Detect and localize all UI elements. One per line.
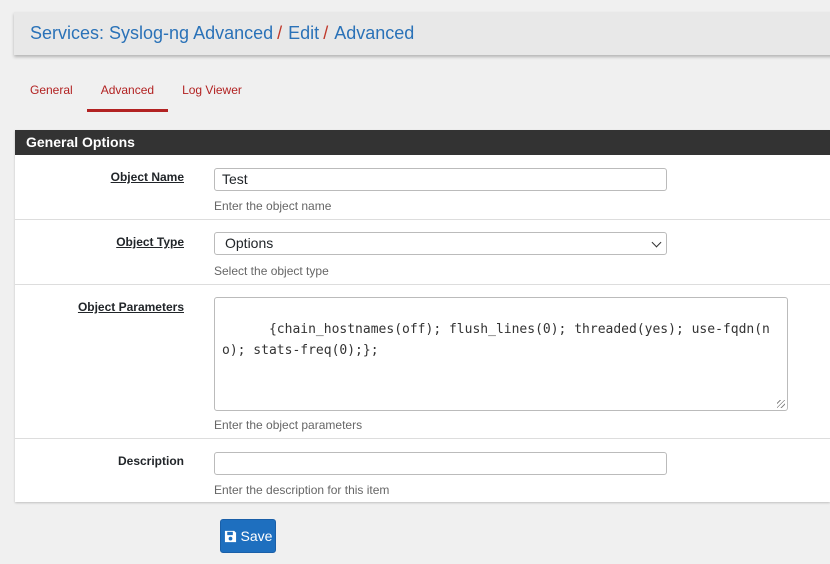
breadcrumb-separator: / [277, 23, 283, 43]
object-type-row: Object Type Options Select the object ty… [15, 220, 830, 285]
chevron-down-icon [651, 237, 662, 248]
object-parameters-label: Object Parameters [77, 300, 184, 314]
description-row: Description Enter the description for th… [15, 439, 830, 502]
resize-handle-icon[interactable] [777, 400, 785, 408]
tab-general[interactable]: General [16, 70, 87, 112]
save-icon [224, 530, 236, 542]
object-type-help: Select the object type [214, 264, 329, 278]
object-parameters-help: Enter the object parameters [214, 418, 363, 432]
object-type-label: Object Type [116, 235, 184, 249]
object-parameters-value: {chain_hostnames(off); flush_lines(0); t… [222, 322, 770, 358]
breadcrumb-link-edit[interactable]: Edit [288, 23, 319, 44]
object-type-selected-value: Options [225, 235, 274, 251]
description-input[interactable] [214, 452, 667, 475]
panel-title: General Options [15, 130, 830, 155]
object-name-help: Enter the object name [214, 199, 332, 213]
breadcrumb-link-services[interactable]: Services: Syslog-ng Advanced [30, 23, 273, 44]
tab-log-viewer[interactable]: Log Viewer [168, 70, 256, 112]
general-options-panel: General Options Object Name Test Enter t… [15, 130, 830, 502]
object-name-input[interactable]: Test [214, 168, 667, 191]
breadcrumb: Services: Syslog-ng Advanced / Edit / Ad… [14, 12, 830, 55]
tab-bar: General Advanced Log Viewer [16, 70, 256, 112]
object-name-row: Object Name Test Enter the object name [15, 155, 830, 220]
description-help: Enter the description for this item [214, 483, 390, 497]
breadcrumb-link-advanced[interactable]: Advanced [334, 23, 414, 44]
object-name-label: Object Name [110, 170, 184, 184]
object-parameters-textarea[interactable]: {chain_hostnames(off); flush_lines(0); t… [214, 297, 788, 411]
save-button[interactable]: Save [220, 519, 276, 553]
description-label: Description [117, 454, 184, 468]
save-button-label: Save [240, 528, 273, 544]
breadcrumb-separator: / [323, 23, 329, 43]
tab-advanced[interactable]: Advanced [86, 70, 169, 112]
object-type-select[interactable]: Options [214, 232, 667, 255]
object-parameters-row: Object Parameters {chain_hostnames(off);… [15, 285, 830, 439]
